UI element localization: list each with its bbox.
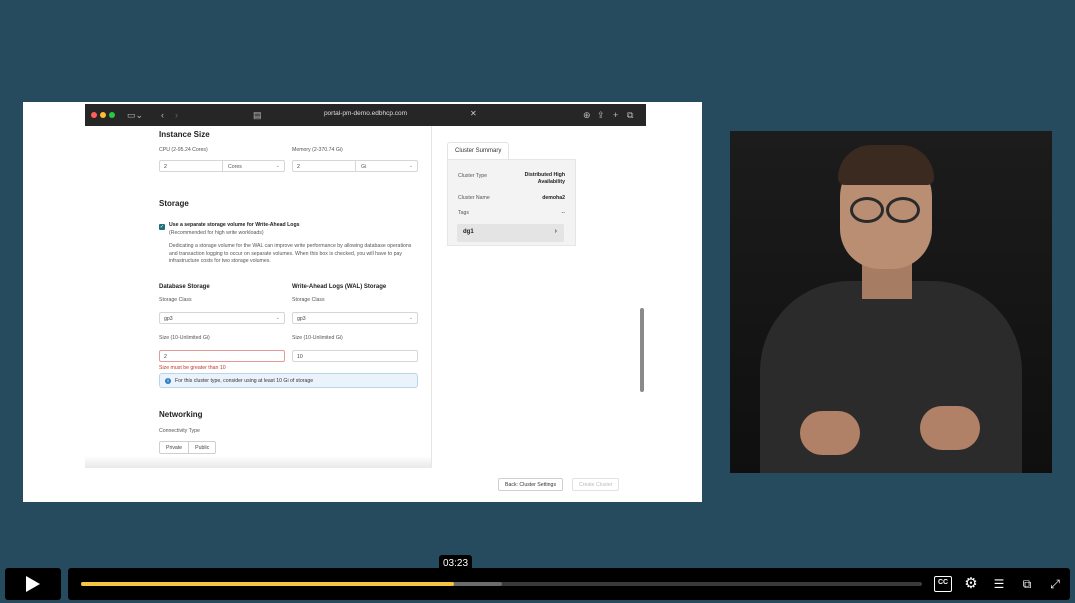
download-icon[interactable]: ⊕ (583, 109, 591, 121)
db-storage-class-select[interactable]: gp3 ⌄ (159, 312, 285, 324)
close-tab-icon[interactable]: ✕ (470, 109, 477, 118)
cpu-label: CPU (2-95.24 Cores) (159, 147, 208, 153)
wal-storage-class-select[interactable]: gp3 ⌄ (292, 312, 418, 324)
memory-input[interactable]: 2 Gi ⌄ (292, 160, 418, 172)
share-icon[interactable]: ⇪ (597, 109, 605, 121)
presenter-body (760, 281, 1022, 473)
storage-info-alert: i For this cluster type, consider using … (159, 373, 418, 388)
connectivity-type-toggle: Private Public (159, 441, 217, 454)
chevron-right-icon: › (554, 228, 557, 235)
cluster-name-value: demoha2 (542, 195, 565, 201)
connectivity-type-label: Connectivity Type (159, 428, 200, 434)
cpu-input[interactable]: 2 Cores ⌄ (159, 160, 285, 172)
played-range (81, 582, 455, 586)
wal-size-value: 10 (297, 354, 303, 360)
wal-storage-title: Write-Ahead Logs (WAL) Storage (292, 284, 387, 290)
storage-info-text: For this cluster type, consider using at… (175, 378, 314, 384)
chevron-down-icon: ⌄ (275, 315, 280, 321)
create-cluster-button[interactable]: Create Cluster (572, 478, 620, 491)
seek-bar[interactable] (81, 582, 922, 586)
closed-captions-icon[interactable]: CC (934, 576, 952, 592)
size-error-message: Size must be greater than 10 (159, 365, 226, 371)
cpu-value: 2 (164, 164, 167, 170)
browser-window: ▭⌄ ‹ › ▤ portal-pm-demo.edbhcp.com ✕ ⊕ ⇪… (85, 104, 646, 498)
seek-time-tooltip: 03:23 (439, 555, 473, 573)
tags-value: -- (561, 210, 565, 216)
wal-storage-class-label: Storage Class (292, 297, 325, 303)
transcript-icon[interactable]: ☰ (990, 576, 1008, 592)
picture-in-picture-icon[interactable]: ⧉ (1018, 576, 1036, 592)
play-button[interactable] (5, 568, 61, 600)
db-storage-class-value: gp3 (164, 316, 173, 322)
public-option[interactable]: Public (188, 442, 215, 453)
memory-label: Memory (2-370.74 Gi) (292, 147, 343, 153)
data-group-row[interactable]: dg1 › (457, 224, 564, 242)
wal-description: Dedicating a storage volume for the WAL … (169, 243, 412, 264)
tab-cluster-summary[interactable]: Cluster Summary (447, 142, 510, 159)
db-size-input[interactable]: 2 (159, 350, 285, 362)
new-tab-icon[interactable]: + (613, 109, 618, 121)
db-size-label: Size (10-Unlimited Gi) (159, 335, 210, 341)
create-cluster-form: Instance Size CPU (2-95.24 Cores) 2 Core… (85, 126, 432, 466)
chevron-down-icon: ⌄ (275, 163, 280, 169)
wal-checkbox-label[interactable]: Use a separate storage volume for Write-… (169, 222, 300, 230)
database-storage-title: Database Storage (159, 284, 210, 290)
chevron-down-icon: ⌄ (408, 315, 413, 321)
glasses-right (886, 197, 920, 223)
glasses-left (850, 197, 884, 223)
tags-key: Tags (458, 210, 469, 216)
data-group-name: dg1 (463, 229, 474, 235)
networking-title: Networking (159, 410, 203, 419)
chevron-down-icon: ⌄ (408, 163, 413, 169)
db-storage-class-label: Storage Class (159, 297, 192, 303)
presenter-hair (838, 145, 934, 185)
presenter-webcam (730, 131, 1052, 473)
cpu-unit-select[interactable]: Cores (228, 164, 242, 170)
play-icon (26, 576, 40, 592)
page-content: Instance Size CPU (2-95.24 Cores) 2 Core… (85, 126, 646, 498)
settings-gear-icon[interactable]: ⚙ (962, 576, 980, 592)
back-cluster-settings-button[interactable]: Back: Cluster Settings (498, 478, 564, 491)
instance-size-title: Instance Size (159, 130, 210, 139)
wal-size-input[interactable]: 10 (292, 350, 418, 362)
presenter-hand-right (920, 406, 980, 450)
cluster-type-value: Distributed High Availability (524, 172, 565, 185)
screen-share: ▭⌄ ‹ › ▤ portal-pm-demo.edbhcp.com ✕ ⊕ ⇪… (23, 102, 702, 502)
tab-overview-icon[interactable]: ⧉ (627, 109, 633, 121)
memory-unit-select[interactable]: Gi (361, 164, 366, 170)
cluster-name-key: Cluster Name (458, 195, 490, 201)
info-icon: i (165, 378, 171, 384)
private-option[interactable]: Private (160, 442, 188, 453)
cluster-type-key: Cluster Type (458, 173, 488, 179)
browser-titlebar: ▭⌄ ‹ › ▤ portal-pm-demo.edbhcp.com ✕ ⊕ ⇪… (85, 104, 646, 126)
address-bar[interactable]: portal-pm-demo.edbhcp.com (85, 110, 646, 117)
fullscreen-icon[interactable]: ⤢ (1046, 576, 1064, 592)
wal-size-label: Size (10-Unlimited Gi) (292, 335, 343, 341)
presenter-hand-left (800, 411, 860, 455)
storage-title: Storage (159, 199, 189, 208)
wal-checkbox[interactable]: ✓ (159, 224, 165, 230)
page-scrollbar[interactable] (640, 308, 644, 392)
wal-storage-class-value: gp3 (297, 316, 306, 322)
db-size-value: 2 (164, 354, 167, 360)
form-scroll-fade (85, 456, 432, 468)
player-control-bar (68, 568, 1070, 600)
memory-value: 2 (297, 164, 300, 170)
wal-checkbox-sublabel: (Recommended for high write workloads) (169, 230, 264, 236)
